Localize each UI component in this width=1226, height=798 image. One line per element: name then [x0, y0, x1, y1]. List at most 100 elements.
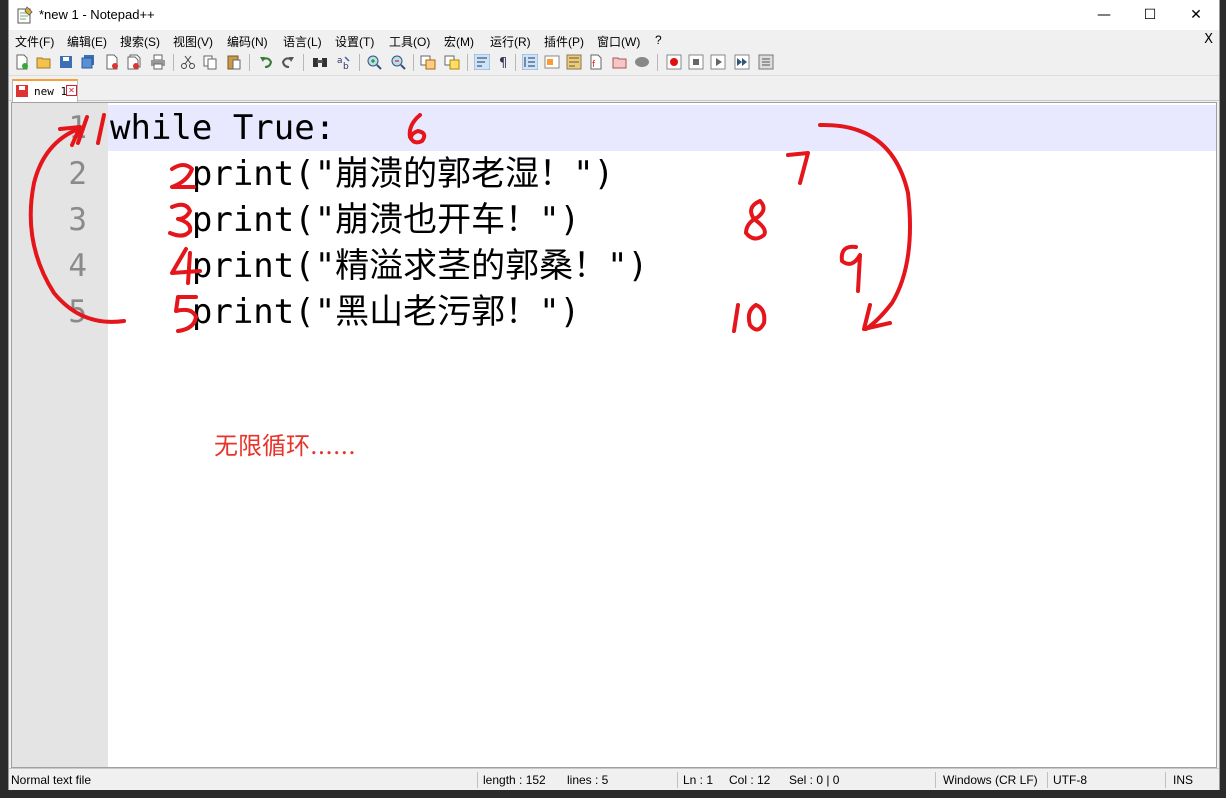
redo-icon[interactable] — [279, 53, 297, 71]
document-map-icon[interactable] — [565, 53, 583, 71]
toolbar-separator — [515, 54, 516, 71]
infinite-loop-note: 无限循环...... — [214, 432, 356, 460]
menu-run[interactable]: 运行(R) — [490, 33, 531, 50]
monitoring-icon[interactable] — [633, 53, 651, 71]
close-button[interactable]: ✕ — [1173, 0, 1219, 30]
status-lines: lines : 5 — [567, 773, 609, 787]
function-list-icon[interactable]: f — [587, 53, 605, 71]
save-all-icon[interactable] — [79, 53, 97, 71]
menu-plugins[interactable]: 插件(P) — [544, 33, 584, 50]
line-number: 3 — [68, 202, 87, 238]
annotation-step-9 — [839, 244, 862, 293]
menu-view[interactable]: 视图(V) — [173, 33, 213, 50]
menu-search[interactable]: 搜索(S) — [120, 33, 160, 50]
line-number: 2 — [68, 156, 87, 192]
annotation-step-10 — [732, 303, 767, 333]
word-wrap-icon[interactable] — [473, 53, 491, 71]
open-file-icon[interactable] — [35, 53, 53, 71]
minimize-icon: — — [1097, 7, 1111, 23]
show-all-characters-icon[interactable]: ¶ — [495, 53, 513, 71]
toolbar-separator — [249, 54, 250, 71]
document-tab-bar: new 1 ✕ — [9, 76, 1219, 102]
tab-close-icon[interactable]: ✕ — [66, 85, 77, 96]
code-line[interactable]: print("崩溃的郭老湿！") — [110, 151, 614, 197]
maximize-button[interactable]: ☐ — [1127, 0, 1173, 30]
menu-help[interactable]: ? — [655, 33, 662, 47]
toolbar-separator — [413, 54, 414, 71]
toolbar-separator — [657, 54, 658, 71]
code-line[interactable]: print("崩溃也开车！") — [110, 197, 580, 243]
run-macro-multiple-icon[interactable] — [733, 53, 751, 71]
menu-file[interactable]: 文件(F) — [15, 33, 54, 50]
tab-new-1[interactable]: new 1 ✕ — [12, 79, 78, 102]
zoom-out-icon[interactable] — [389, 53, 407, 71]
svg-text:a: a — [337, 56, 343, 66]
user-language-icon[interactable] — [543, 53, 561, 71]
find-icon[interactable] — [311, 53, 329, 71]
window-title: *new 1 - Notepad++ — [39, 7, 155, 22]
sync-horizontal-icon[interactable] — [443, 53, 461, 71]
stop-macro-icon[interactable] — [687, 53, 705, 71]
status-selection: Sel : 0 | 0 — [789, 773, 840, 787]
line-number: 5 — [68, 294, 87, 330]
status-eol[interactable]: Windows (CR LF) — [943, 773, 1038, 787]
menu-window[interactable]: 窗口(W) — [597, 33, 640, 50]
toolbar-separator — [467, 54, 468, 71]
menu-bar: 文件(F) 编辑(E) 搜索(S) 视图(V) 编码(N) 语言(L) 设置(T… — [9, 30, 1219, 50]
editor-area[interactable]: 1 2 3 4 5 while True: print("崩溃的郭老湿！") p… — [11, 102, 1217, 768]
code-line[interactable]: print("黑山老污郭！") — [110, 289, 580, 335]
status-separator — [477, 772, 478, 788]
toolbar-separator — [359, 54, 360, 71]
line-number: 4 — [68, 248, 87, 284]
toolbar-separator — [303, 54, 304, 71]
cut-icon[interactable] — [179, 53, 197, 71]
line-number: 1 — [68, 110, 87, 146]
close-all-icon[interactable] — [125, 53, 143, 71]
menu-macro[interactable]: 宏(M) — [444, 33, 474, 50]
status-bar: Normal text file length : 152 lines : 5 … — [9, 768, 1219, 790]
copy-icon[interactable] — [201, 53, 219, 71]
code-line[interactable]: while True: — [110, 105, 335, 151]
unsaved-document-icon — [16, 85, 28, 97]
code-line[interactable]: print("精溢求茎的郭桑！") — [110, 243, 648, 289]
status-line-number: Ln : 1 — [683, 773, 714, 787]
loop-forward-arrowhead — [862, 303, 892, 331]
save-macro-icon[interactable] — [757, 53, 775, 71]
menu-settings[interactable]: 设置(T) — [335, 33, 374, 50]
menu-tools[interactable]: 工具(O) — [389, 33, 430, 50]
replace-icon[interactable]: ab — [335, 53, 353, 71]
paste-icon[interactable] — [225, 53, 243, 71]
indent-guide-icon[interactable] — [521, 53, 539, 71]
status-file-type: Normal text file — [11, 773, 92, 787]
status-encoding[interactable]: UTF-8 — [1053, 773, 1087, 787]
undo-icon[interactable] — [257, 53, 275, 71]
status-separator — [1165, 772, 1166, 788]
menu-edit[interactable]: 编辑(E) — [67, 33, 107, 50]
status-separator — [1047, 772, 1048, 788]
save-icon[interactable] — [57, 53, 75, 71]
record-macro-icon[interactable] — [665, 53, 683, 71]
print-icon[interactable] — [149, 53, 167, 71]
notepad-window: *new 1 - Notepad++ — ☐ ✕ 文件(F) 编辑(E) 搜索(… — [8, 0, 1220, 790]
menu-language[interactable]: 语言(L) — [283, 33, 322, 50]
maximize-icon: ☐ — [1143, 7, 1157, 23]
new-file-icon[interactable] — [13, 53, 31, 71]
sync-vertical-icon[interactable] — [419, 53, 437, 71]
loop-forward-arrow — [818, 122, 912, 331]
svg-text:b: b — [343, 62, 349, 70]
svg-text:¶: ¶ — [499, 56, 507, 70]
status-separator — [677, 772, 678, 788]
zoom-in-icon[interactable] — [365, 53, 383, 71]
close-document-icon[interactable]: X — [1204, 32, 1213, 47]
status-insert-mode[interactable]: INS — [1173, 773, 1193, 787]
status-separator — [935, 772, 936, 788]
play-macro-icon[interactable] — [709, 53, 727, 71]
folder-workspace-icon[interactable] — [611, 53, 629, 71]
status-length: length : 152 — [483, 773, 546, 787]
menu-encoding[interactable]: 编码(N) — [227, 33, 268, 50]
title-bar[interactable]: *new 1 - Notepad++ — ☐ ✕ — [9, 0, 1219, 30]
toolbar-separator — [173, 54, 174, 71]
close-file-icon[interactable] — [103, 53, 121, 71]
minimize-button[interactable]: — — [1081, 0, 1127, 30]
toolbar: ab ¶ f — [9, 50, 1219, 76]
